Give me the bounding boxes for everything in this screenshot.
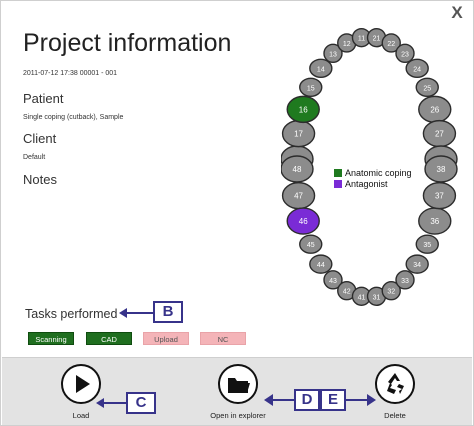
play-icon: [61, 364, 101, 404]
tooth-label: 33: [401, 278, 409, 285]
tooth-label: 17: [294, 130, 303, 139]
tooth-label: 42: [343, 289, 351, 296]
tooth-44[interactable]: 44: [309, 254, 333, 274]
project-information-window: X Project information 2011-07-12 17:38 0…: [0, 0, 474, 426]
load-button[interactable]: Load: [31, 364, 131, 420]
tooth-label: 45: [307, 242, 315, 249]
notes-heading: Notes: [23, 172, 57, 187]
open-in-explorer-label: Open in explorer: [210, 411, 266, 420]
tooth-46[interactable]: 46: [286, 207, 320, 235]
tooth-27[interactable]: 27: [422, 119, 457, 148]
project-meta: 2011-07-12 17:38 00001 - 001: [23, 70, 118, 77]
tooth-label: 15: [307, 85, 315, 92]
tooth-label: 16: [299, 105, 308, 114]
footer-toolbar: Load Open in explorer Delete C D E: [2, 357, 472, 425]
callout-b-arrow-icon: [119, 308, 153, 318]
tooth-label: 34: [413, 262, 421, 269]
tooth-24[interactable]: 24: [405, 58, 429, 79]
tooth-label: 37: [435, 192, 444, 201]
tooth-33[interactable]: 33: [395, 270, 415, 290]
tooth-label: 48: [293, 165, 302, 174]
legend-swatch-green: [334, 168, 342, 177]
callout-c-arrow-icon: [96, 398, 126, 408]
page-title: Project information: [23, 29, 232, 57]
patient-heading: Patient: [23, 91, 64, 106]
tooth-label: 44: [317, 262, 325, 269]
tooth-25[interactable]: 25: [415, 77, 439, 97]
tooth-15[interactable]: 15: [299, 77, 323, 97]
tooth-label: 12: [343, 41, 351, 48]
client-heading: Client: [23, 131, 57, 146]
tooth-47[interactable]: 47: [281, 181, 316, 210]
tooth-label: 26: [430, 105, 439, 114]
recycle-icon: [375, 364, 415, 404]
tooth-label: 47: [294, 192, 303, 201]
tooth-label: 32: [387, 289, 395, 296]
tooth-label: 21: [373, 36, 381, 43]
tooth-label: 46: [299, 217, 308, 226]
tooth-35[interactable]: 35: [415, 234, 439, 254]
tooth-45[interactable]: 45: [299, 234, 323, 254]
tooth-label: 35: [423, 242, 431, 249]
tooth-legend: Anatomic coping Antagonist: [334, 167, 412, 189]
legend-label: Anatomic coping: [345, 167, 412, 178]
callout-e-label: E: [327, 391, 338, 408]
tooth-26[interactable]: 26: [418, 95, 452, 124]
tooth-label: 11: [358, 36, 365, 43]
callout-d: D: [294, 389, 320, 411]
callout-d-label: D: [301, 391, 313, 408]
delete-label: Delete: [384, 411, 406, 420]
task-badge-scanning: Scanning: [28, 332, 74, 345]
tooth-14[interactable]: 14: [309, 58, 333, 79]
tooth-label: 25: [423, 85, 431, 92]
legend-item-anatomic-coping: Anatomic coping: [334, 167, 412, 178]
folder-icon: [218, 364, 258, 404]
tooth-48[interactable]: 48: [281, 155, 314, 183]
tooth-label: 13: [329, 51, 337, 58]
tooth-label: 36: [430, 217, 439, 226]
tooth-37[interactable]: 37: [422, 181, 457, 210]
tooth-label: 22: [387, 41, 395, 48]
task-badge-cad: CAD: [86, 332, 132, 345]
tooth-label: 38: [437, 165, 446, 174]
tooth-label: 43: [329, 278, 337, 285]
client-value: Default: [23, 154, 46, 161]
tooth-17[interactable]: 17: [281, 119, 316, 148]
tasks-heading: Tasks performed: [25, 307, 118, 321]
task-badge-nc: NC: [200, 332, 246, 345]
callout-b-label: B: [162, 303, 174, 320]
tooth-34[interactable]: 34: [405, 254, 429, 274]
patient-value: Single coping (cutback), Sample: [23, 114, 124, 121]
tooth-label: 41: [358, 294, 366, 301]
tooth-16[interactable]: 16: [286, 95, 320, 124]
tooth-label: 31: [373, 294, 381, 301]
tooth-36[interactable]: 36: [418, 207, 452, 235]
callout-c-label: C: [135, 394, 147, 411]
tooth-label: 24: [413, 66, 421, 73]
tooth-label: 27: [435, 130, 444, 139]
callout-b: B: [153, 301, 183, 323]
tooth-label: 23: [401, 51, 409, 58]
task-badge-upload: Upload: [143, 332, 189, 345]
legend-item-antagonist: Antagonist: [334, 178, 412, 189]
callout-e: E: [320, 389, 346, 411]
legend-label: Antagonist: [345, 178, 388, 189]
tooth-23[interactable]: 23: [395, 43, 415, 64]
tooth-label: 14: [317, 66, 325, 73]
callout-c: C: [126, 392, 156, 414]
tooth-38[interactable]: 38: [424, 155, 458, 183]
legend-swatch-purple: [334, 179, 342, 188]
load-label: Load: [72, 411, 90, 420]
